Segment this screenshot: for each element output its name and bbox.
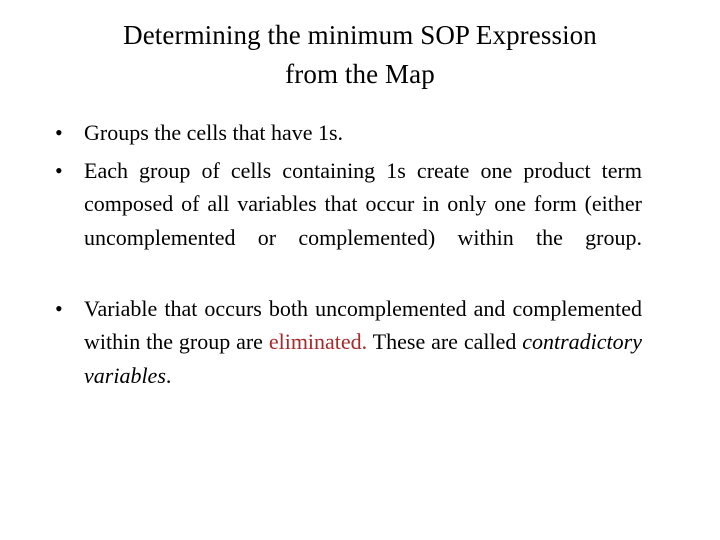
bullet-marker-icon: •	[55, 157, 63, 183]
page-title: Determining the minimum SOP Expression f…	[24, 16, 696, 94]
list-item: • Groups the cells that have 1s.	[38, 116, 642, 150]
list-item: • Variable that occurs both uncomplement…	[38, 292, 642, 426]
slide: Determining the minimum SOP Expression f…	[0, 0, 720, 540]
bullet-marker-icon: •	[55, 120, 63, 145]
list-item-text: Variable that occurs both uncomplemented…	[84, 292, 642, 426]
list-item-text-part: These are called	[367, 329, 523, 354]
list-item-text: Groups the cells that have 1s.	[84, 120, 344, 145]
highlighted-term: eliminated.	[268, 329, 368, 354]
bullet-list: • Groups the cells that have 1s. • Each …	[38, 116, 642, 426]
list-item: • Each group of cells containing 1s crea…	[38, 154, 642, 288]
list-item-text-part: .	[165, 362, 172, 388]
title-line-1: Determining the minimum SOP Expression	[123, 20, 597, 50]
title-line-2: from the Map	[285, 59, 435, 89]
bullet-marker-icon: •	[55, 295, 63, 321]
list-item-text: Each group of cells containing 1s create…	[84, 157, 642, 250]
